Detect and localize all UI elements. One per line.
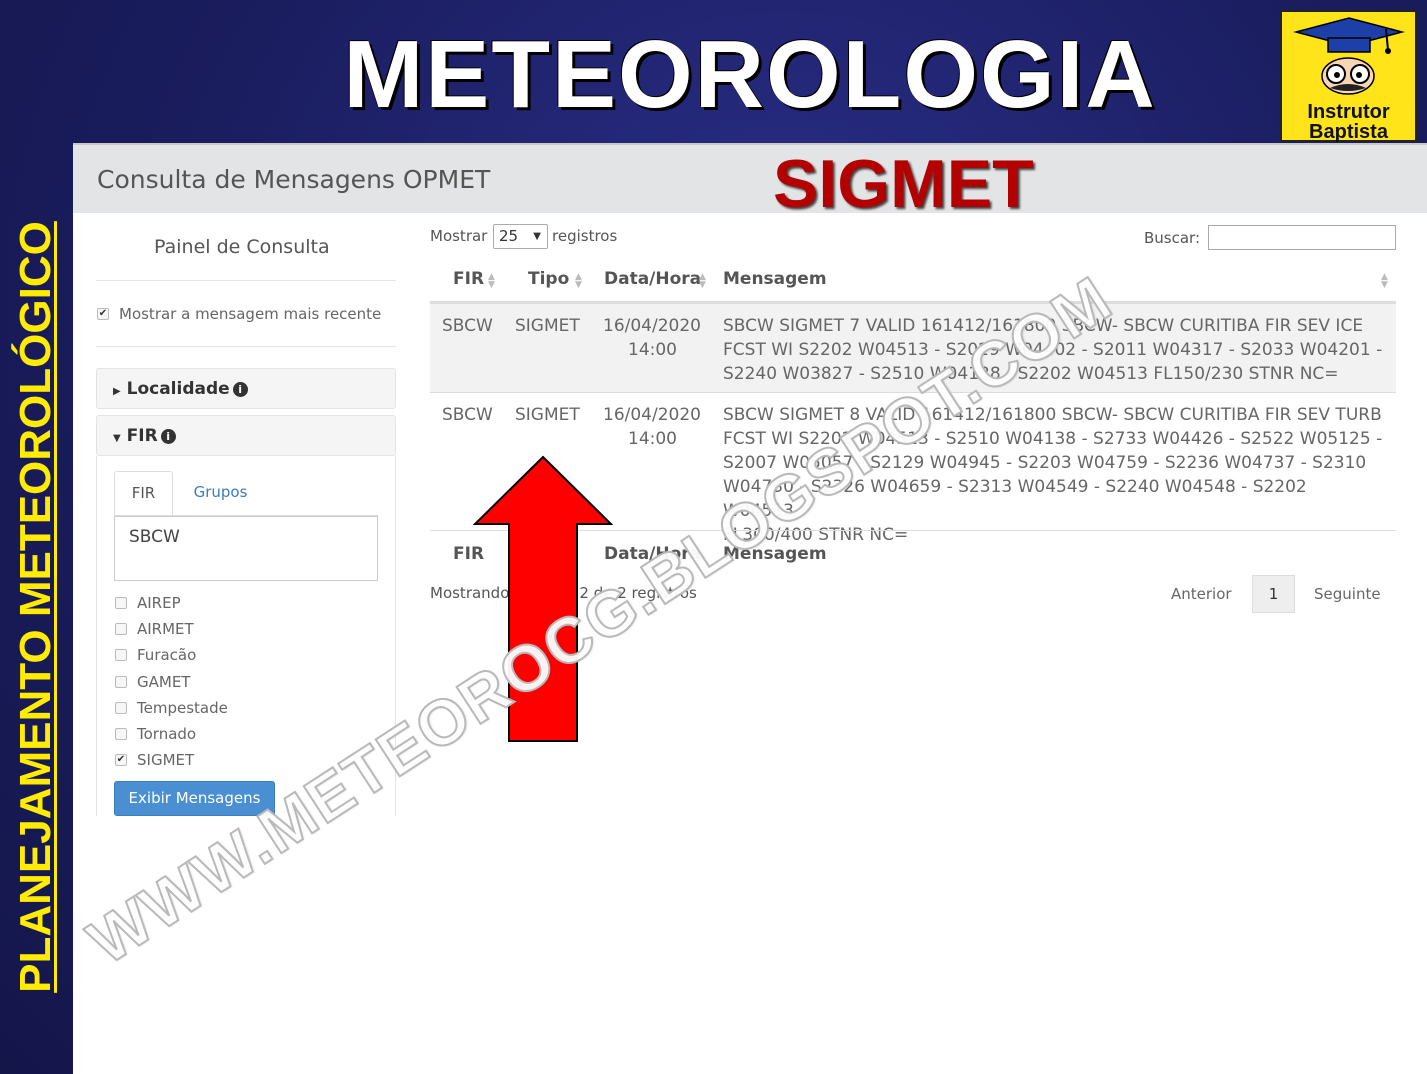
cell-tipo: SIGMET	[515, 405, 580, 425]
side-title-text: PLANEJAMENTO METEOROLÓGICO	[11, 221, 60, 993]
column-header-tipo[interactable]: Tipo	[528, 269, 569, 289]
type-checkbox-label: Furacão	[137, 646, 197, 664]
tab-grupos[interactable]: Grupos	[178, 471, 263, 516]
type-checkbox[interactable]	[115, 702, 127, 714]
cell-tipo: SIGMET	[515, 316, 580, 336]
cell-fir: SBCW	[442, 316, 493, 336]
chevron-down-icon: ▼	[533, 231, 541, 242]
column-header-fir[interactable]: FIR	[453, 269, 484, 289]
cell-time: 14:00	[628, 340, 677, 360]
type-checkbox[interactable]	[115, 676, 127, 688]
column-header-data-hora[interactable]: Data/Hora	[604, 269, 701, 289]
slide-title: METEOROLOGIA	[343, 21, 1157, 128]
type-checkbox-label: Tornado	[137, 725, 197, 743]
logo-text-baptista: Baptista	[1309, 121, 1388, 143]
pagination-previous[interactable]: Anterior	[1171, 585, 1232, 603]
accordion-fir[interactable]: ▼ FIR i	[96, 415, 396, 456]
app-header: Consulta de Mensagens OPMET SIGMET	[73, 143, 1427, 222]
app-title: Consulta de Mensagens OPMET	[97, 165, 491, 194]
pagination-page-1[interactable]: 1	[1252, 575, 1295, 613]
cell-time: 14:00	[628, 429, 677, 449]
type-checkbox-label: AIREP	[137, 594, 181, 612]
accordion-localidade-label: Localidade	[126, 379, 230, 399]
pagination-next[interactable]: Seguinte	[1314, 585, 1381, 603]
page-size-select[interactable]: 25 ▼	[493, 224, 548, 249]
message-line: SBCW SIGMET 8 VALID 161412/161800 SBCW- …	[723, 405, 1382, 425]
sort-icon: ▲ ▼	[575, 272, 582, 290]
page-size-value: 25	[499, 227, 519, 245]
search-input[interactable]	[1208, 225, 1396, 250]
type-checkbox[interactable]	[115, 597, 127, 609]
recent-checkbox[interactable]: ✔	[97, 308, 109, 320]
caret-right-icon: ▶	[113, 386, 121, 397]
type-checkbox[interactable]: ✔	[115, 754, 127, 766]
cell-date: 16/04/2020	[603, 316, 701, 336]
divider	[96, 346, 396, 347]
sort-icon: ▲ ▼	[1381, 272, 1388, 290]
column-header-mensagem[interactable]: Mensagem	[723, 269, 827, 289]
accordion-fir-label: FIR	[126, 426, 158, 446]
show-label: Mostrar	[430, 227, 488, 245]
caret-down-icon: ▼	[113, 433, 121, 444]
type-checkbox-label: Tempestade	[137, 699, 228, 717]
info-icon: i	[232, 382, 248, 397]
side-title: PLANEJAMENTO METEOROLÓGICO	[0, 140, 72, 1074]
type-checkbox-label: GAMET	[137, 673, 191, 691]
records-label: registros	[552, 227, 618, 245]
tab-fir[interactable]: FIR	[114, 471, 173, 516]
type-checkbox-label: SIGMET	[137, 751, 195, 769]
type-checkbox[interactable]	[115, 623, 127, 635]
cell-date: 16/04/2020	[603, 405, 701, 425]
divider	[96, 280, 396, 281]
sigmet-overlay-label: SIGMET	[773, 146, 1034, 222]
search-label: Buscar:	[1144, 229, 1201, 247]
recent-checkbox-label: Mostrar a mensagem mais recente	[119, 305, 382, 323]
fir-textarea[interactable]: SBCW	[114, 516, 378, 581]
sort-icon: ▲ ▼	[488, 272, 495, 290]
type-checkbox-label: AIRMET	[137, 620, 194, 638]
info-icon: i	[160, 429, 176, 444]
panel-title: Painel de Consulta	[154, 236, 330, 258]
accordion-localidade[interactable]: ▶ Localidade i	[96, 368, 396, 409]
sort-icon: ▲ ▼	[699, 272, 706, 290]
instructor-logo: Instrutor Baptista	[1280, 10, 1417, 143]
opmet-screenshot: Consulta de Mensagens OPMET SIGMET Paine…	[73, 143, 1427, 1074]
graduation-cap-icon	[1293, 17, 1405, 54]
type-checkbox[interactable]	[115, 728, 127, 740]
type-checkbox[interactable]	[115, 649, 127, 661]
cell-fir: SBCW	[442, 405, 493, 425]
